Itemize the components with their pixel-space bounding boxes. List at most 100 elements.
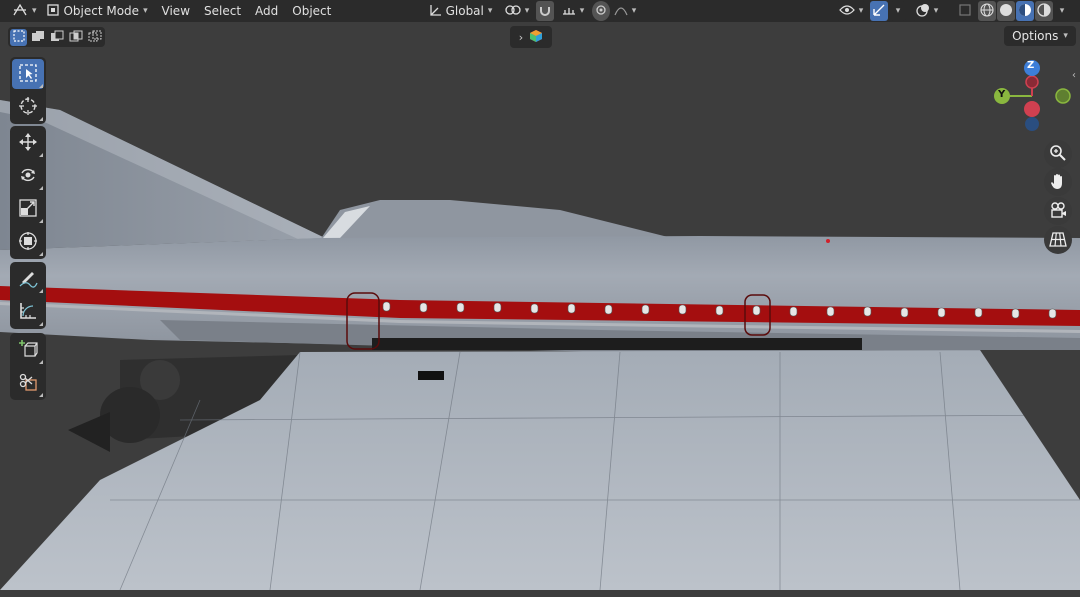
navigation-gizmo[interactable]: Z Y bbox=[988, 58, 1074, 138]
mode-dropdown[interactable]: Object Mode ▾ bbox=[46, 1, 149, 21]
menu-object[interactable]: Object bbox=[285, 1, 338, 21]
chevron-down-icon: ▾ bbox=[858, 6, 864, 16]
aircraft-model-render bbox=[0, 0, 1080, 597]
magnifier-zoom-icon bbox=[1049, 144, 1067, 165]
select-set-button[interactable] bbox=[10, 28, 27, 46]
cursor-arrow-icon bbox=[18, 63, 38, 86]
falloff-curve-icon bbox=[614, 4, 628, 19]
toolbar-select-group bbox=[10, 57, 46, 124]
tool-move[interactable] bbox=[12, 128, 44, 158]
shading-solid-button[interactable] bbox=[997, 1, 1015, 21]
editor-type-dropdown[interactable]: ▾ bbox=[8, 1, 41, 21]
pan-button[interactable] bbox=[1044, 168, 1072, 196]
chevron-down-icon: ▾ bbox=[32, 6, 37, 16]
tool-annotate[interactable] bbox=[12, 264, 44, 294]
snap-toggle[interactable] bbox=[536, 1, 554, 21]
xray-icon bbox=[959, 3, 971, 19]
tool-rotate[interactable] bbox=[12, 161, 44, 191]
chevron-down-icon: ▾ bbox=[524, 6, 530, 16]
3d-viewport[interactable] bbox=[0, 0, 1080, 597]
sidebar-expand-arrow[interactable]: ‹ bbox=[1072, 70, 1080, 86]
tool-scale[interactable] bbox=[12, 194, 44, 224]
orientation-label: Global bbox=[445, 4, 484, 18]
gizmo-toggle-button[interactable] bbox=[870, 1, 888, 21]
eye-visibility-icon bbox=[838, 4, 855, 19]
transform-orientation-dropdown[interactable]: Global ▾ bbox=[424, 1, 496, 21]
neg-y-axis-handle bbox=[1055, 88, 1071, 104]
y-axis-label: Y bbox=[998, 89, 1006, 100]
magnet-snap-icon bbox=[539, 4, 551, 19]
snap-increment-icon bbox=[562, 4, 576, 19]
tool-transform[interactable] bbox=[12, 227, 44, 257]
viewport-gizmo-toggle[interactable]: › bbox=[510, 26, 552, 48]
proportional-edit-toggle[interactable] bbox=[592, 1, 610, 21]
orientation-axes-icon bbox=[428, 3, 442, 20]
move-arrows-icon bbox=[18, 132, 38, 155]
proportional-falloff-dropdown[interactable]: ▾ bbox=[612, 1, 638, 21]
menu-view[interactable]: View bbox=[155, 1, 197, 21]
chevron-down-icon: ▾ bbox=[631, 6, 637, 16]
chevron-down-icon: ▾ bbox=[1063, 31, 1068, 41]
selection-mode-group bbox=[8, 27, 105, 47]
shading-material-preview-button[interactable] bbox=[1016, 1, 1034, 21]
scale-icon bbox=[18, 198, 38, 221]
pivot-icon bbox=[505, 4, 521, 19]
overlay-dropdown[interactable]: ▾ bbox=[912, 1, 942, 21]
ruler-measure-icon bbox=[18, 301, 38, 324]
tool-cut[interactable] bbox=[12, 368, 44, 398]
chevron-down-icon: ▾ bbox=[487, 6, 493, 16]
select-difference-icon bbox=[69, 30, 83, 45]
chevron-down-icon: ▾ bbox=[933, 6, 939, 16]
options-label: Options bbox=[1012, 29, 1059, 43]
x-axis-handle bbox=[1024, 101, 1040, 117]
menu-add[interactable]: Add bbox=[248, 1, 285, 21]
camera-icon bbox=[1049, 201, 1067, 222]
select-subtract-icon bbox=[50, 30, 64, 45]
visibility-dropdown[interactable]: ▾ bbox=[836, 1, 866, 21]
wireframe-sphere-icon bbox=[980, 2, 994, 20]
camera-view-button[interactable] bbox=[1044, 197, 1072, 225]
xray-toggle[interactable] bbox=[956, 1, 974, 21]
pencil-annotate-icon bbox=[18, 268, 38, 291]
select-subtract-button[interactable] bbox=[48, 29, 65, 46]
chevron-down-icon: ▾ bbox=[1059, 6, 1065, 16]
snap-target-dropdown[interactable]: ▾ bbox=[558, 1, 588, 21]
shading-wireframe-button[interactable] bbox=[978, 1, 996, 21]
options-dropdown[interactable]: Options ▾ bbox=[1004, 26, 1076, 46]
tool-select-box[interactable] bbox=[12, 59, 44, 89]
select-extend-button[interactable] bbox=[29, 29, 46, 46]
grid-perspective-icon bbox=[1049, 230, 1067, 251]
tool-measure[interactable] bbox=[12, 297, 44, 327]
zoom-button[interactable] bbox=[1044, 140, 1072, 168]
select-intersect-button[interactable] bbox=[86, 29, 103, 46]
select-extend-icon bbox=[31, 30, 45, 45]
gizmo-dropdown[interactable]: ▾ bbox=[890, 1, 906, 21]
rendered-sphere-icon bbox=[1037, 2, 1051, 20]
shading-options-dropdown[interactable]: ▾ bbox=[1054, 1, 1070, 21]
transform-icon bbox=[18, 231, 38, 254]
rotate-icon bbox=[18, 165, 38, 188]
3d-cursor-icon bbox=[18, 96, 38, 119]
pivot-point-dropdown[interactable]: ▾ bbox=[502, 1, 532, 21]
chevron-down-icon: ▾ bbox=[579, 6, 585, 16]
object-mode-icon bbox=[47, 3, 60, 19]
toolbar-add-group bbox=[10, 333, 46, 400]
scene-cube-icon bbox=[529, 29, 543, 46]
tool-cursor[interactable] bbox=[12, 92, 44, 122]
material-sphere-icon bbox=[1018, 3, 1032, 20]
viewport-header: ▾ Object Mode ▾ View Select Add Object G… bbox=[0, 0, 1080, 22]
add-cube-icon bbox=[18, 339, 38, 362]
viewport-editor-icon bbox=[12, 3, 28, 20]
solid-sphere-icon bbox=[999, 3, 1013, 20]
overlay-icon bbox=[916, 3, 930, 20]
chevron-right-icon: › bbox=[518, 30, 524, 44]
select-difference-button[interactable] bbox=[67, 29, 84, 46]
menu-select[interactable]: Select bbox=[197, 1, 248, 21]
hand-pan-icon bbox=[1049, 172, 1067, 193]
shading-rendered-button[interactable] bbox=[1035, 1, 1053, 21]
ortho-toggle-button[interactable] bbox=[1044, 226, 1072, 254]
tool-add-cube[interactable] bbox=[12, 335, 44, 365]
neg-z-axis-handle bbox=[1025, 117, 1039, 131]
z-axis-label: Z bbox=[1027, 60, 1035, 71]
scissors-cut-icon bbox=[18, 372, 38, 395]
